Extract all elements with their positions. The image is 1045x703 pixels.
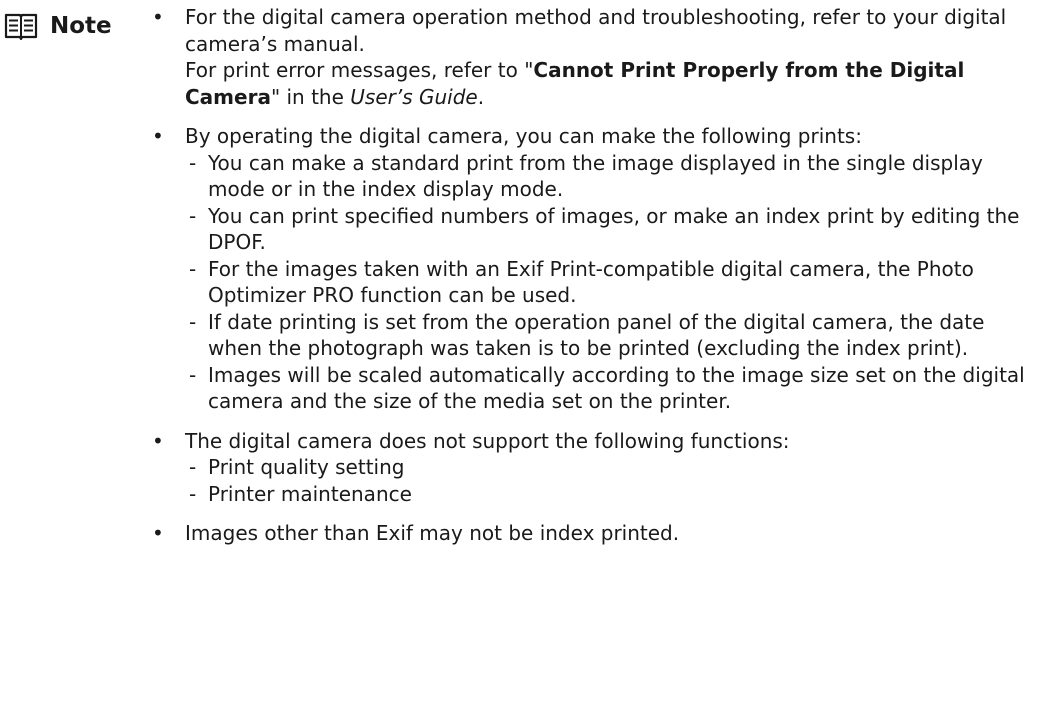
sub-item-text: Print quality setting	[208, 455, 405, 479]
print-error-reference: For print error messages, refer to "Cann…	[185, 57, 1028, 110]
reference-suffix: .	[477, 84, 485, 109]
camera-manual-text: For the digital camera operation method …	[185, 5, 1007, 56]
dash-marker: -	[189, 256, 197, 281]
note-label: Note	[50, 13, 112, 39]
sub-item: - Print quality setting	[185, 454, 1028, 481]
sub-item: - For the images taken with an Exif Print…	[185, 256, 1028, 309]
users-guide-title: User’s Guide	[350, 84, 478, 109]
sub-item: - You can print specified numbers of imag…	[185, 203, 1028, 256]
sub-item-text: You can print specified numbers of image…	[208, 203, 1020, 255]
note-content: • For the digital camera operation metho…	[148, 4, 1028, 560]
reference-mid: " in the	[270, 84, 351, 109]
dash-marker: -	[189, 309, 197, 334]
bullet-text: Images other than Exif may not be index …	[185, 521, 680, 545]
bullet-unsupported-functions: • The digital camera does not support th…	[148, 428, 1028, 508]
bullet-marker: •	[152, 5, 164, 29]
sub-item: - Images will be scaled automatically acc…	[185, 362, 1028, 415]
dash-marker: -	[189, 362, 197, 387]
sub-item-text: Printer maintenance	[208, 481, 412, 506]
note-header: Note	[4, 12, 112, 40]
bullet-exif-index: • Images other than Exif may not be inde…	[148, 520, 1028, 547]
sub-item-text: Images will be scaled automatically acco…	[208, 362, 1025, 414]
bullet-camera-manual: • For the digital camera operation metho…	[148, 4, 1028, 110]
bullet-text: By operating the digital camera, you can…	[185, 124, 862, 148]
bullet-marker: •	[152, 124, 164, 148]
bullet-marker: •	[152, 428, 164, 453]
sub-item-text: If date printing is set from the operati…	[208, 309, 985, 361]
bullet-following-prints: • By operating the digital camera, you c…	[148, 123, 1028, 415]
sub-item-text: For the images taken with an Exif Print-…	[208, 256, 974, 308]
sub-item: - You can make a standard print from the …	[185, 150, 1028, 203]
dash-marker: -	[189, 150, 197, 175]
sub-item: - If date printing is set from the operat…	[185, 309, 1028, 362]
dash-marker: -	[189, 203, 197, 228]
sub-item: - Printer maintenance	[185, 481, 1028, 508]
sub-item-text: You can make a standard print from the i…	[208, 150, 983, 202]
book-icon	[4, 13, 38, 40]
reference-prefix: For print error messages, refer to "	[185, 58, 534, 82]
bullet-marker: •	[152, 521, 164, 545]
dash-marker: -	[189, 455, 197, 479]
dash-marker: -	[189, 481, 197, 506]
bullet-text: The digital camera does not support the …	[185, 428, 790, 453]
